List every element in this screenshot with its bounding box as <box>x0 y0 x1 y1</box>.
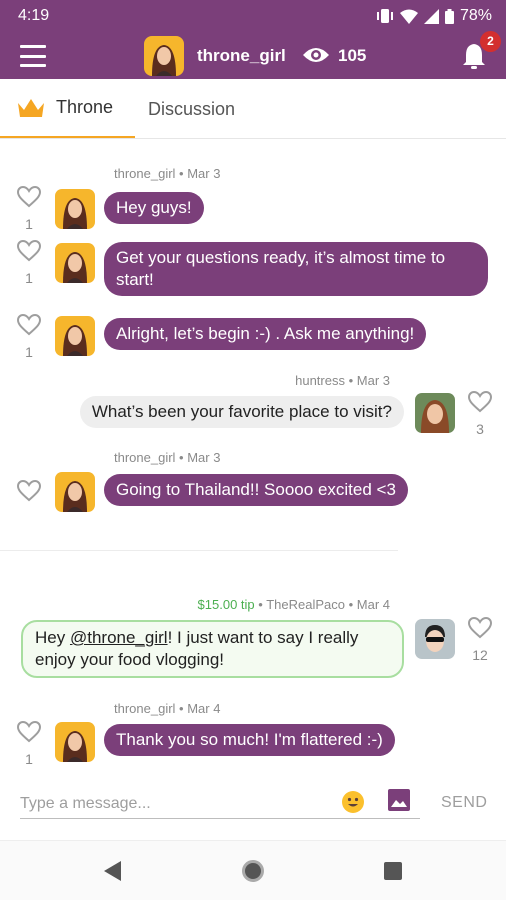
host-avatar-small <box>55 472 95 512</box>
message-bubble[interactable]: Alright, let’s begin :-) . Ask me anythi… <box>104 318 427 350</box>
mention-link[interactable]: @throne_girl <box>70 628 168 647</box>
like-count: 12 <box>472 647 488 663</box>
message-meta: throne_girl • Mar 3 <box>114 450 221 465</box>
tabs-divider <box>0 138 506 139</box>
emoji-icon[interactable] <box>342 791 364 813</box>
recent-apps-icon[interactable] <box>384 862 402 880</box>
status-bar: 4:19 78% <box>0 0 506 33</box>
battery-icon <box>444 8 454 24</box>
tip-message-bubble[interactable]: Hey @throne_girl! I just want to say I r… <box>21 620 404 678</box>
like-count: 1 <box>25 344 33 360</box>
notification-badge: 2 <box>480 31 501 52</box>
viewer-count: 105 <box>338 46 367 65</box>
like-count: 1 <box>25 216 33 232</box>
like-count: 1 <box>25 270 33 286</box>
section-divider <box>0 550 398 551</box>
tip-amount: $15.00 tip <box>197 597 255 612</box>
message-bubble[interactable]: Hey guys! <box>104 192 204 224</box>
message-meta: throne_girl • Mar 4 <box>114 701 221 716</box>
message-composer: SEND <box>0 775 506 835</box>
tab-discussion[interactable]: Discussion <box>148 79 235 139</box>
heart-icon[interactable] <box>17 314 41 336</box>
heart-icon[interactable] <box>468 617 492 639</box>
host-avatar-small <box>55 722 95 762</box>
host-avatar-small <box>55 243 95 283</box>
system-nav-bar <box>0 840 506 900</box>
fan-avatar <box>415 619 455 659</box>
message-meta: throne_girl • Mar 3 <box>114 166 221 181</box>
crown-icon <box>18 98 44 117</box>
tab-bar: Throne Discussion <box>0 79 506 139</box>
tab-throne[interactable]: Throne <box>0 79 135 139</box>
heart-icon[interactable] <box>17 240 41 262</box>
status-time: 4:19 <box>18 7 50 24</box>
eye-icon <box>303 48 329 62</box>
heart-icon[interactable] <box>17 186 41 208</box>
message-bubble[interactable]: What’s been your favorite place to visit… <box>79 396 404 428</box>
tab-throne-label: Throne <box>56 97 114 117</box>
fan-avatar <box>415 393 455 433</box>
back-icon[interactable] <box>103 860 123 882</box>
signal-icon <box>423 8 439 24</box>
vibrate-icon <box>376 9 393 23</box>
message-bubble[interactable]: Going to Thailand!! Soooo excited <3 <box>104 474 408 506</box>
host-name[interactable]: throne_girl <box>197 46 286 66</box>
message-bubble[interactable]: Thank you so much! I'm flattered :-) <box>104 724 395 756</box>
host-avatar-small <box>55 316 95 356</box>
host-avatar[interactable] <box>144 36 184 76</box>
menu-icon[interactable] <box>20 45 46 67</box>
like-count: 3 <box>476 421 484 437</box>
message-bubble[interactable]: Get your questions ready, it’s almost ti… <box>104 242 488 296</box>
app-bar: throne_girl 105 2 <box>0 31 506 79</box>
host-avatar-small <box>55 189 95 229</box>
heart-icon[interactable] <box>17 480 41 502</box>
message-meta: huntress • Mar 3 <box>295 373 390 388</box>
message-meta: $15.00 tip • TheRealPaco • Mar 4 <box>197 597 390 612</box>
image-icon[interactable] <box>387 788 411 812</box>
tab-discussion-label: Discussion <box>148 98 236 119</box>
battery-percent: 78% <box>459 7 492 24</box>
heart-icon[interactable] <box>17 721 41 743</box>
send-button[interactable]: SEND <box>441 794 487 812</box>
wifi-icon <box>399 9 418 24</box>
heart-icon[interactable] <box>468 391 492 413</box>
home-icon[interactable] <box>242 860 264 882</box>
status-icons: 78% <box>376 7 492 25</box>
like-count: 1 <box>25 751 33 767</box>
